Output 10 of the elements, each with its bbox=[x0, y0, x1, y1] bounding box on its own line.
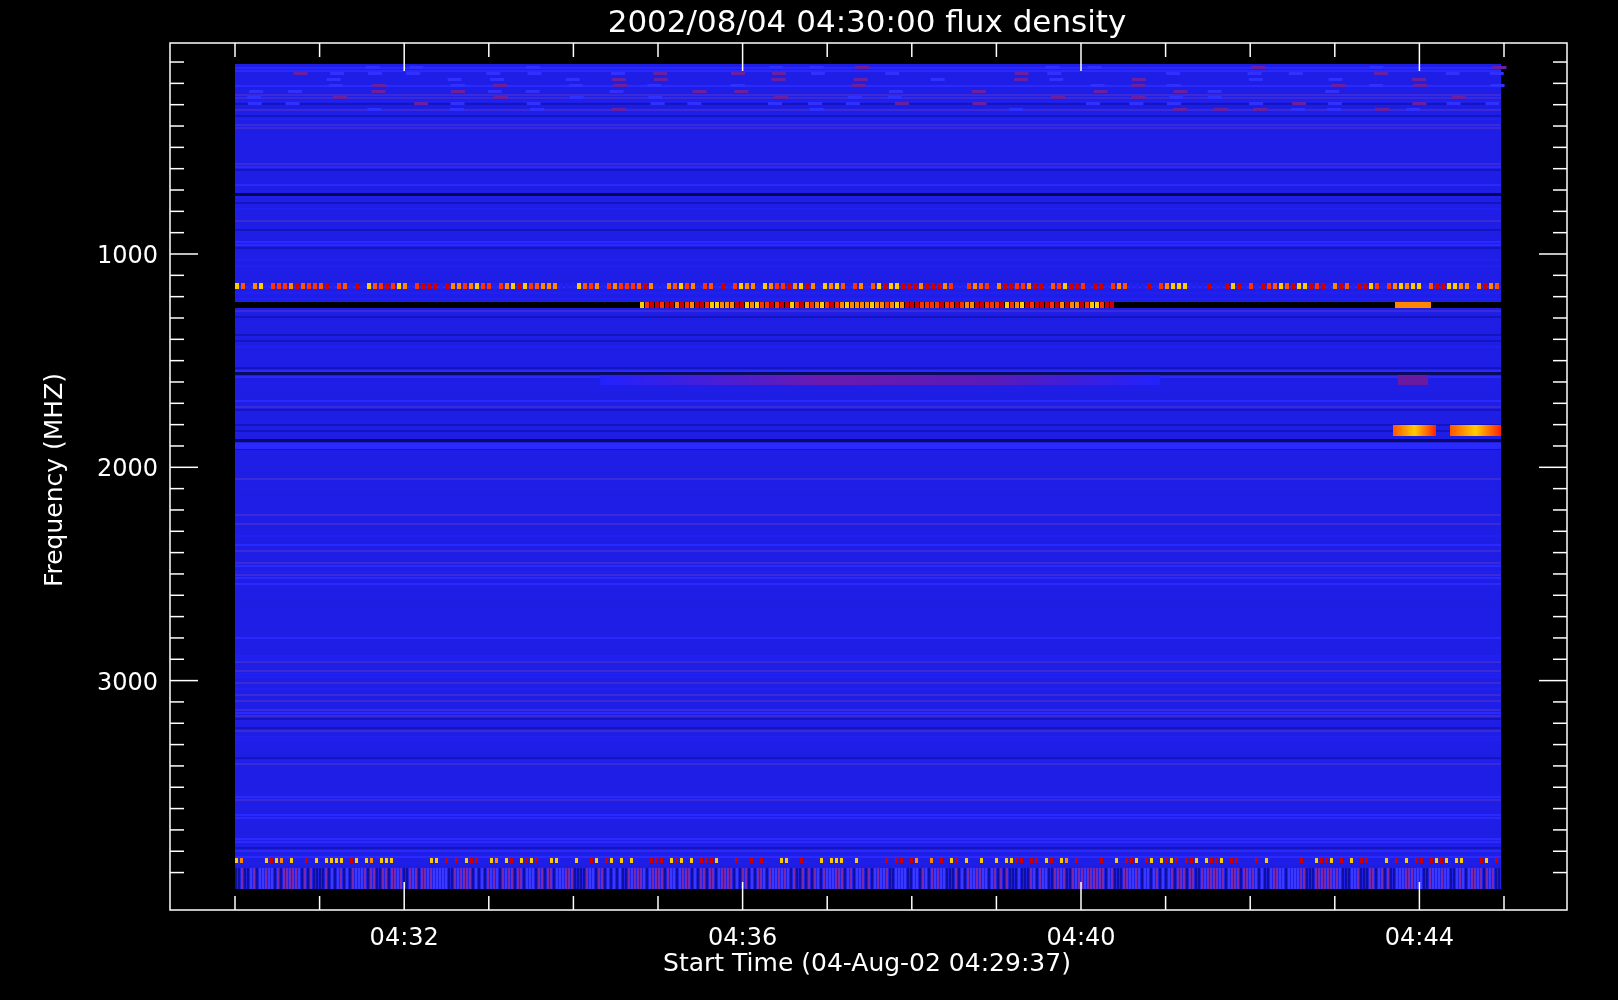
y-tick-label: 1000 bbox=[96, 241, 158, 269]
x-tick-label: 04:40 bbox=[1046, 923, 1116, 948]
x-axis-label: Start Time (04-Aug-02 04:29:37) bbox=[662, 948, 1071, 978]
x-tick-label: 04:32 bbox=[369, 923, 439, 948]
y-axis-label: Frequency (MHZ) bbox=[39, 372, 68, 588]
chart-title: 2002/08/04 04:30:00 flux density bbox=[606, 2, 1127, 41]
x-tick-label: 04:36 bbox=[708, 923, 778, 948]
x-tick-label: 04:44 bbox=[1384, 923, 1454, 948]
y-tick-label: 2000 bbox=[96, 454, 158, 483]
y-tick-label: 3000 bbox=[96, 667, 158, 696]
